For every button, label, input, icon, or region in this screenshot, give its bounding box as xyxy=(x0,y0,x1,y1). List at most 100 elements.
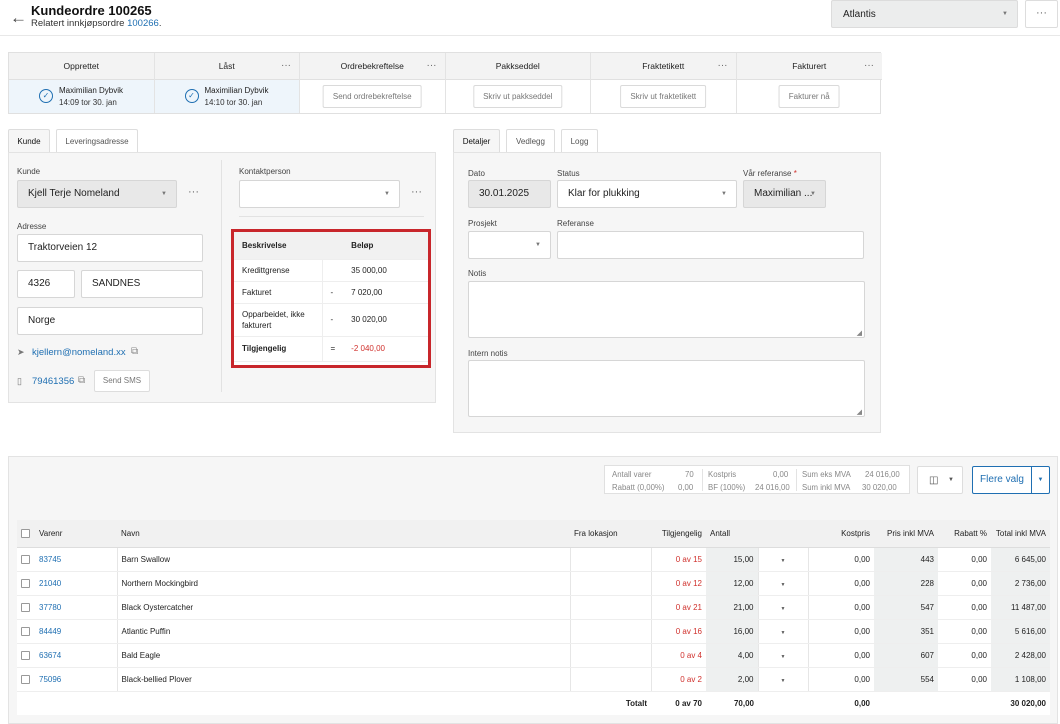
unit-select[interactable]: ▼ xyxy=(757,571,808,596)
quantity-field[interactable]: 4,00 xyxy=(706,643,758,668)
from-location[interactable] xyxy=(569,571,651,596)
from-location[interactable] xyxy=(569,667,651,692)
col-antall[interactable]: Antall xyxy=(706,520,808,548)
table-row[interactable]: 84449 Atlantic Puffin 0 av 16 16,00 ▼ 0,00 351… xyxy=(17,619,1050,644)
table-row[interactable]: 83745 Barn Swallow 0 av 15 15,00 ▼ 0,00 443 0,0… xyxy=(17,547,1050,572)
row-checkbox[interactable] xyxy=(21,674,30,684)
contact-select[interactable]: ▼ xyxy=(239,180,400,208)
item-number-link[interactable]: 83745 xyxy=(35,547,117,572)
col-total-inkl-mva[interactable]: Total inkl MVA xyxy=(991,520,1050,548)
row-checkbox[interactable] xyxy=(21,626,30,636)
table-row[interactable]: 21040 Northern Mockingbird 0 av 12 12,00 ▼ 0,… xyxy=(17,571,1050,596)
internal-notes-textarea[interactable]: ◢ xyxy=(468,360,865,417)
discount-field[interactable]: 0,00 xyxy=(938,547,991,572)
row-checkbox[interactable] xyxy=(21,650,30,660)
customer-menu-icon[interactable]: ··· xyxy=(188,186,199,198)
cost-price[interactable]: 0,00 xyxy=(807,571,874,596)
col-navn[interactable]: Navn xyxy=(117,520,570,548)
step-menu-icon[interactable]: ··· xyxy=(864,53,874,78)
unit-select[interactable]: ▼ xyxy=(757,619,808,644)
email-link[interactable]: kjellern@nomeland.xx xyxy=(32,347,126,358)
resize-handle-icon[interactable]: ◢ xyxy=(857,408,862,416)
price-incl-vat-field[interactable]: 554 xyxy=(874,667,938,692)
col-varenr[interactable]: Varenr xyxy=(35,520,117,548)
tab-leveringsadresse[interactable]: Leveringsadresse xyxy=(56,129,138,153)
item-number-link[interactable]: 75096 xyxy=(35,667,117,692)
discount-field[interactable]: 0,00 xyxy=(938,595,991,620)
item-number-link[interactable]: 63674 xyxy=(35,643,117,668)
print-shipping-label-button[interactable]: Skriv ut fraktetikett xyxy=(620,85,707,108)
quantity-field[interactable]: 15,00 xyxy=(706,547,758,572)
discount-field[interactable]: 0,00 xyxy=(938,667,991,692)
send-sms-button[interactable]: Send SMS xyxy=(94,370,150,392)
step-menu-icon[interactable]: ··· xyxy=(281,53,291,78)
date-field[interactable]: 30.01.2025 xyxy=(468,180,551,208)
our-reference-select[interactable]: Maximilian ... ▼ xyxy=(743,180,826,208)
unit-select[interactable]: ▼ xyxy=(757,547,808,572)
cost-price[interactable]: 0,00 xyxy=(807,643,874,668)
discount-field[interactable]: 0,00 xyxy=(938,619,991,644)
price-incl-vat-field[interactable]: 607 xyxy=(874,643,938,668)
tab-detaljer[interactable]: Detaljer xyxy=(453,129,500,153)
unit-select[interactable]: ▼ xyxy=(757,643,808,668)
quantity-field[interactable]: 16,00 xyxy=(706,619,758,644)
resize-handle-icon[interactable]: ◢ xyxy=(857,329,862,337)
item-number-link[interactable]: 21040 xyxy=(35,571,117,596)
company-select[interactable]: Atlantis ▼ xyxy=(831,0,1018,28)
back-arrow-icon[interactable]: ← xyxy=(10,8,27,28)
phone-link[interactable]: 79461356 xyxy=(32,376,74,387)
from-location[interactable] xyxy=(569,595,651,620)
price-incl-vat-field[interactable]: 547 xyxy=(874,595,938,620)
quantity-field[interactable]: 2,00 xyxy=(706,667,758,692)
table-row[interactable]: 37780 Black Oystercatcher 0 av 21 21,00 ▼ 0,0… xyxy=(17,595,1050,620)
more-actions-dropdown-icon[interactable]: ▼ xyxy=(1031,466,1050,494)
zip-field[interactable]: 4326 xyxy=(17,270,75,298)
tab-vedlegg[interactable]: Vedlegg xyxy=(506,129,555,153)
row-checkbox[interactable] xyxy=(21,602,30,612)
tab-logg[interactable]: Logg xyxy=(561,129,598,153)
quantity-field[interactable]: 21,00 xyxy=(706,595,758,620)
item-number-link[interactable]: 84449 xyxy=(35,619,117,644)
reference-field[interactable] xyxy=(557,231,864,259)
project-select[interactable]: ▼ xyxy=(468,231,551,259)
price-incl-vat-field[interactable]: 228 xyxy=(874,571,938,596)
tab-kunde[interactable]: Kunde xyxy=(8,129,50,153)
table-row[interactable]: 63674 Bald Eagle 0 av 4 4,00 ▼ 0,00 607 0,00 2 4… xyxy=(17,643,1050,668)
more-actions-button[interactable]: Flere valg xyxy=(972,466,1032,494)
col-rabatt[interactable]: Rabatt % xyxy=(938,520,991,548)
discount-field[interactable]: 0,00 xyxy=(938,643,991,668)
print-packing-slip-button[interactable]: Skriv ut pakkseddel xyxy=(473,85,563,108)
country-field[interactable]: Norge xyxy=(17,307,203,335)
unit-select[interactable]: ▼ xyxy=(757,595,808,620)
col-fra-lokasjon[interactable]: Fra lokasjon xyxy=(570,520,651,548)
copy-icon[interactable]: ⧉ xyxy=(131,346,138,357)
item-number-link[interactable]: 37780 xyxy=(35,595,117,620)
invoice-now-button[interactable]: Fakturer nå xyxy=(778,85,840,108)
step-menu-icon[interactable]: ··· xyxy=(718,53,728,78)
status-select[interactable]: Klar for plukking ▼ xyxy=(557,180,737,208)
col-kostpris[interactable]: Kostpris xyxy=(808,520,874,548)
cost-price[interactable]: 0,00 xyxy=(807,667,874,692)
street-field[interactable]: Traktorveien 12 xyxy=(17,234,203,262)
from-location[interactable] xyxy=(569,547,651,572)
copy-icon[interactable]: ⧉ xyxy=(78,375,85,386)
table-row[interactable]: 75096 Black-bellied Plover 0 av 2 2,00 ▼ 0,00… xyxy=(17,667,1050,692)
cost-price[interactable]: 0,00 xyxy=(807,595,874,620)
quantity-field[interactable]: 12,00 xyxy=(706,571,758,596)
cost-price[interactable]: 0,00 xyxy=(807,547,874,572)
price-incl-vat-field[interactable]: 443 xyxy=(874,547,938,572)
discount-field[interactable]: 0,00 xyxy=(938,571,991,596)
col-pris-inkl-mva[interactable]: Pris inkl MVA xyxy=(874,520,938,548)
send-order-confirmation-button[interactable]: Send ordrebekreftelse xyxy=(322,85,422,108)
price-incl-vat-field[interactable]: 351 xyxy=(874,619,938,644)
related-order-link[interactable]: 100266 xyxy=(127,18,159,29)
city-field[interactable]: SANDNES xyxy=(81,270,203,298)
row-checkbox[interactable] xyxy=(21,578,30,588)
cost-price[interactable]: 0,00 xyxy=(807,619,874,644)
from-location[interactable] xyxy=(569,619,651,644)
more-options-button[interactable]: ··· xyxy=(1025,0,1058,28)
step-menu-icon[interactable]: ··· xyxy=(427,53,437,78)
column-picker-button[interactable]: ◫ ▼ xyxy=(917,466,963,494)
col-tilgjengelig[interactable]: Tilgjengelig xyxy=(651,520,706,548)
from-location[interactable] xyxy=(569,643,651,668)
